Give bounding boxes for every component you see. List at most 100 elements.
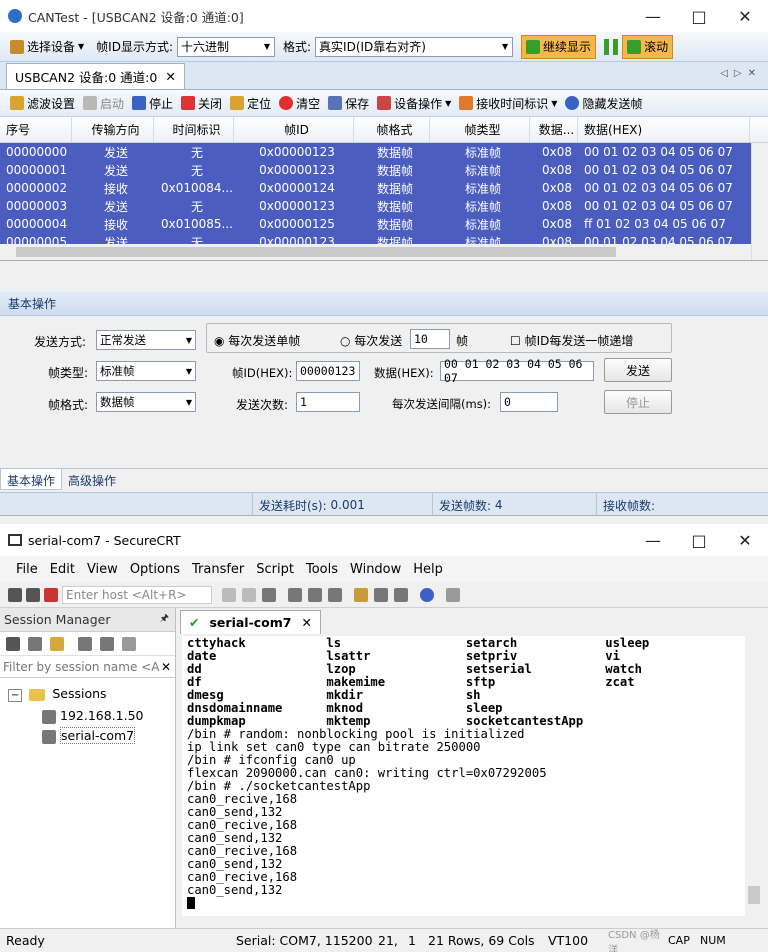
minimize-icon[interactable]: — bbox=[630, 0, 676, 32]
printer-icon[interactable] bbox=[328, 587, 342, 602]
filter-input[interactable]: Filter by session name <Alt bbox=[0, 660, 160, 674]
scroll-button[interactable]: 滚动 bbox=[622, 34, 674, 59]
paste-icon[interactable] bbox=[242, 587, 256, 602]
column-header[interactable]: 时间标识 bbox=[154, 117, 234, 142]
clear-button[interactable]: 清空 bbox=[275, 92, 324, 114]
tab-serial-com7[interactable]: ✔ serial-com7 ✕ bbox=[180, 610, 321, 634]
table-row[interactable]: 00000003 发送 无 0x00000123 数据帧 标准帧 0x08 00 01 02 … bbox=[0, 197, 768, 215]
menu-window[interactable]: Window bbox=[344, 562, 407, 577]
chevron-down-icon: ▼ bbox=[185, 366, 192, 376]
connect-session-icon[interactable] bbox=[6, 636, 20, 651]
maximize-icon[interactable]: □ bbox=[676, 524, 722, 556]
table-row[interactable]: 00000000 发送 无 0x00000123 数据帧 标准帧 0x08 00 01 02 … bbox=[0, 143, 768, 161]
stop-send-button[interactable]: 停止 bbox=[604, 390, 672, 414]
scroll-thumb[interactable] bbox=[16, 247, 616, 257]
tab-nav-icons[interactable]: ◁▷✕ bbox=[720, 68, 762, 79]
grid-hscrollbar[interactable] bbox=[0, 244, 751, 260]
multi-count-input[interactable]: 10 bbox=[410, 329, 450, 349]
close-icon[interactable]: ✕ bbox=[722, 524, 768, 556]
cut-icon[interactable] bbox=[78, 636, 92, 651]
continue-display-button[interactable]: 继续显示 bbox=[521, 34, 597, 59]
format-select[interactable]: 真实ID(ID靠右对齐) ▼ bbox=[315, 36, 514, 57]
interval-input[interactable]: 0 bbox=[500, 392, 558, 412]
tab-usbcan2[interactable]: USBCAN2 设备:0 通道:0 ✕ bbox=[6, 63, 185, 89]
table-row[interactable]: 00000001 发送 无 0x00000123 数据帧 标准帧 0x08 00 01 02 … bbox=[0, 161, 768, 179]
hide-send-button[interactable]: 隐藏发送帧 bbox=[561, 92, 646, 114]
tab-basic[interactable]: 基本操作 bbox=[0, 469, 63, 490]
disconnect-icon[interactable] bbox=[44, 587, 58, 602]
session-options-icon[interactable] bbox=[354, 587, 368, 602]
quick-connect-icon[interactable] bbox=[26, 587, 40, 602]
find-icon[interactable] bbox=[262, 587, 276, 602]
save-button[interactable]: 保存 bbox=[324, 92, 373, 114]
id-format-select[interactable]: 十六进制 ▼ bbox=[177, 36, 275, 57]
terminal-scrollbar[interactable] bbox=[745, 636, 763, 916]
column-header[interactable]: 帧类型 bbox=[430, 117, 530, 142]
tab-advanced[interactable]: 高级操作 bbox=[62, 469, 122, 490]
recv-time-button[interactable]: 接收时间标识 ▼ bbox=[455, 92, 561, 114]
print-icon[interactable] bbox=[288, 587, 302, 602]
send-button[interactable]: 发送 bbox=[604, 358, 672, 382]
table-row[interactable]: 00000002 接收 0x010084... 0x00000124 数据帧 标准帧 0x0… bbox=[0, 179, 768, 197]
menu-file[interactable]: File bbox=[10, 562, 44, 577]
menu-script[interactable]: Script bbox=[250, 562, 300, 577]
send-mode-select[interactable]: 正常发送 ▼ bbox=[96, 330, 196, 350]
session-item[interactable]: 192.168.1.50 bbox=[8, 706, 175, 726]
keymap-icon[interactable] bbox=[394, 587, 408, 602]
maximize-icon[interactable]: □ bbox=[676, 0, 722, 32]
sessions-folder[interactable]: − Sessions bbox=[8, 684, 175, 706]
select-device-button[interactable]: 选择设备 ▼ bbox=[6, 36, 88, 58]
close-icon[interactable]: ✕ bbox=[161, 660, 171, 674]
column-header[interactable]: 帧格式 bbox=[354, 117, 430, 142]
table-row[interactable]: 00000004 接收 0x010085... 0x00000125 数据帧 标准帧 0x0… bbox=[0, 215, 768, 233]
connect-icon[interactable] bbox=[8, 587, 22, 602]
frame-type-select[interactable]: 标准帧 ▼ bbox=[96, 361, 196, 381]
terminal[interactable]: cttyhack ls setarch usleep date lsattr se… bbox=[182, 636, 745, 916]
close-icon[interactable]: ✕ bbox=[301, 615, 311, 630]
column-header[interactable]: 数据... bbox=[530, 117, 578, 142]
copy-session-icon[interactable] bbox=[100, 636, 114, 651]
device-ops-button[interactable]: 设备操作 ▼ bbox=[373, 92, 455, 114]
close-icon[interactable]: ✕ bbox=[165, 69, 175, 84]
paste-session-icon[interactable] bbox=[122, 636, 136, 651]
column-header[interactable]: 序号 bbox=[0, 117, 72, 142]
collapse-icon[interactable]: − bbox=[8, 689, 23, 702]
frame-format-select[interactable]: 数据帧 ▼ bbox=[96, 392, 196, 412]
menu-tools[interactable]: Tools bbox=[300, 562, 344, 577]
menu-transfer[interactable]: Transfer bbox=[186, 562, 250, 577]
global-options-icon[interactable] bbox=[374, 587, 388, 602]
menu-help[interactable]: Help bbox=[407, 562, 449, 577]
filter-settings-button[interactable]: 滤波设置 bbox=[6, 92, 79, 114]
frame-grid[interactable]: 序号 传输方向 时间标识 帧ID 帧格式 帧类型 数据... 数据(HEX) 0… bbox=[0, 117, 768, 261]
print-setup-icon[interactable] bbox=[308, 587, 322, 602]
start-button[interactable]: 启动 bbox=[79, 92, 128, 114]
radio-single[interactable]: ◉ 每次发送单帧 bbox=[214, 332, 300, 349]
sftp-icon[interactable] bbox=[446, 587, 460, 602]
close-icon[interactable]: ✕ bbox=[722, 0, 768, 32]
scroll-thumb[interactable] bbox=[748, 886, 760, 904]
close-device-button[interactable]: 关闭 bbox=[177, 92, 226, 114]
id-increment-checkbox[interactable]: ☐ 帧ID每发送一帧递增 bbox=[510, 332, 633, 349]
data-input[interactable]: 00 01 02 03 04 05 06 07 bbox=[440, 357, 594, 385]
grid-vscrollbar[interactable] bbox=[751, 143, 768, 260]
radio-multi[interactable]: ○ 每次发送 bbox=[340, 332, 402, 349]
send-times-input[interactable]: 1 bbox=[296, 392, 360, 412]
stop-button[interactable]: 停止 bbox=[128, 92, 177, 114]
new-folder-icon[interactable] bbox=[50, 636, 64, 651]
copy-icon[interactable] bbox=[222, 587, 236, 602]
session-item[interactable]: serial-com7 bbox=[8, 726, 175, 746]
host-input[interactable]: Enter host <Alt+R> bbox=[62, 585, 212, 604]
column-header[interactable]: 帧ID bbox=[234, 117, 354, 142]
new-session-icon[interactable] bbox=[28, 636, 42, 651]
menu-options[interactable]: Options bbox=[124, 562, 186, 577]
pause-button[interactable] bbox=[600, 36, 622, 58]
locate-button[interactable]: 定位 bbox=[226, 92, 275, 114]
menu-edit[interactable]: Edit bbox=[44, 562, 81, 577]
column-header[interactable]: 数据(HEX) bbox=[578, 117, 750, 142]
column-header[interactable]: 传输方向 bbox=[72, 117, 154, 142]
frame-id-input[interactable]: 00000123 bbox=[296, 361, 360, 381]
pin-icon[interactable]: 🖈 bbox=[160, 611, 169, 628]
minimize-icon[interactable]: — bbox=[630, 524, 676, 556]
help-icon[interactable] bbox=[420, 587, 434, 602]
menu-view[interactable]: View bbox=[81, 562, 124, 577]
